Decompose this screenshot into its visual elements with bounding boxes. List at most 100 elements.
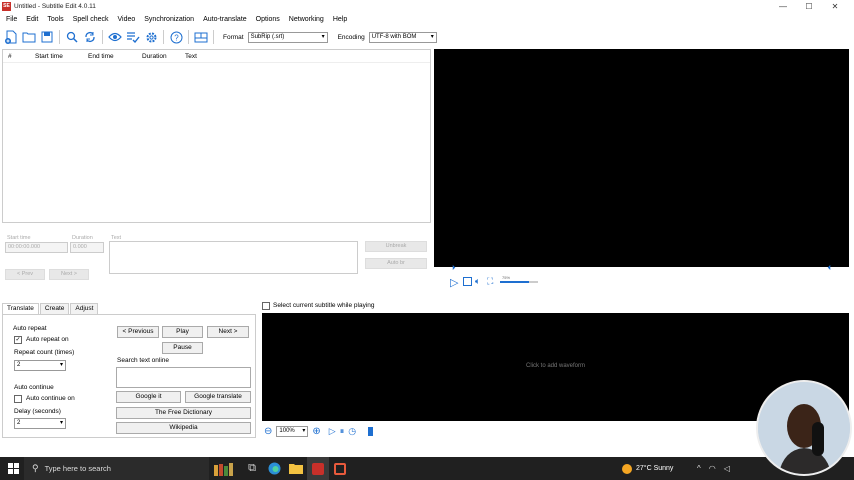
auto-continue-title: Auto continue: [14, 384, 54, 391]
position-start-marker[interactable]: ⏵: [452, 265, 456, 273]
webcam-overlay: [756, 380, 852, 476]
google-translate-button[interactable]: Google translate: [185, 391, 251, 403]
play-icon[interactable]: ▷: [450, 276, 458, 289]
visual-sync-icon[interactable]: [106, 28, 124, 46]
find-icon[interactable]: [63, 28, 81, 46]
start-time-input[interactable]: 00:00:00.000: [5, 242, 68, 253]
play-selection-icon[interactable]: ▷: [329, 426, 336, 437]
minimize-button[interactable]: —: [770, 0, 796, 13]
auto-repeat-on-label: Auto repeat on: [26, 336, 69, 343]
menu-help[interactable]: Help: [333, 16, 347, 23]
open-folder-icon[interactable]: [20, 28, 38, 46]
layout-icon[interactable]: [192, 28, 210, 46]
menu-auto-translate[interactable]: Auto-translate: [203, 16, 247, 23]
start-time-label: Start time: [7, 235, 31, 241]
menu-synchronization[interactable]: Synchronization: [144, 16, 194, 23]
pause-button[interactable]: Pause: [162, 342, 203, 354]
tab-adjust[interactable]: Adjust: [70, 303, 99, 314]
tab-panel: Auto repeat ✓ Auto repeat on Repeat coun…: [2, 314, 256, 438]
close-button[interactable]: ✕: [822, 0, 848, 13]
volume-value: 75%: [502, 275, 511, 280]
taskbar-search[interactable]: ⚲ Type here to search: [24, 457, 209, 480]
column-number[interactable]: #: [8, 53, 12, 60]
video-controls: ⏵ ⏴ ▷ 🔈︎ ⛶ 75%: [434, 265, 849, 292]
video-player[interactable]: [434, 49, 849, 267]
zoom-in-icon[interactable]: ⊕: [312, 426, 320, 437]
tab-create[interactable]: Create: [39, 303, 70, 314]
stop-icon[interactable]: [463, 277, 472, 286]
prev-button[interactable]: < Prev: [5, 269, 45, 280]
toolbar-separator: [213, 30, 214, 44]
search-text-input[interactable]: [116, 367, 251, 388]
file-explorer-icon[interactable]: [285, 457, 307, 480]
speaker-icon[interactable]: ◁: [724, 464, 730, 473]
menu-video[interactable]: Video: [117, 16, 135, 23]
delay-select[interactable]: 2: [14, 418, 66, 429]
windows-start-icon[interactable]: [8, 463, 19, 474]
search-placeholder: Type here to search: [44, 464, 111, 473]
subtitle-edit-taskbar-icon[interactable]: [307, 457, 329, 480]
column-text[interactable]: Text: [185, 53, 197, 60]
click-to-add-waveform[interactable]: Click to add waveform: [262, 363, 849, 369]
app-taskbar-icon[interactable]: [329, 457, 351, 480]
subtitle-grid[interactable]: # Start time End time Duration Text: [2, 49, 431, 223]
free-dictionary-button[interactable]: The Free Dictionary: [116, 407, 251, 419]
chevron-up-icon[interactable]: ^: [697, 464, 701, 473]
menu-networking[interactable]: Networking: [289, 16, 324, 23]
spell-check-icon[interactable]: [124, 28, 142, 46]
repeat-count-select[interactable]: 2: [14, 360, 66, 371]
split-icon[interactable]: ⏸: [340, 426, 345, 437]
help-icon[interactable]: ?: [167, 28, 185, 46]
menu-spell-check[interactable]: Spell check: [73, 16, 109, 23]
new-file-icon[interactable]: [2, 28, 20, 46]
volume-icon[interactable]: 🔈︎: [475, 276, 480, 287]
duration-input[interactable]: 0.000: [70, 242, 104, 253]
auto-continue-checkbox[interactable]: [14, 395, 22, 403]
text-editor[interactable]: [109, 241, 358, 274]
google-it-button[interactable]: Google it: [116, 391, 181, 403]
tab-translate[interactable]: Translate: [2, 303, 39, 314]
next-line-button[interactable]: Next >: [207, 326, 249, 338]
next-button[interactable]: Next >: [49, 269, 89, 280]
column-duration[interactable]: Duration: [142, 53, 167, 60]
waveform-slider-handle[interactable]: [368, 426, 374, 436]
position-end-marker[interactable]: ⏴: [828, 265, 832, 273]
app-icon: SE: [2, 2, 11, 11]
auto-repeat-checkbox[interactable]: ✓: [14, 336, 22, 344]
weather-text: 27°C Sunny: [636, 465, 674, 472]
weather-widget[interactable]: 27°C Sunny: [622, 457, 673, 480]
previous-button[interactable]: < Previous: [117, 326, 159, 338]
maximize-button[interactable]: ☐: [796, 0, 822, 13]
column-end-time[interactable]: End time: [88, 53, 114, 60]
edit-area: Start time Duration Text 00:00:00.000 0.…: [2, 233, 431, 288]
repeat-count-label: Repeat count (times): [14, 349, 75, 356]
play-button[interactable]: Play: [162, 326, 203, 338]
auto-continue-on-label: Auto continue on: [26, 395, 75, 402]
settings-icon[interactable]: [142, 28, 160, 46]
sun-icon: [622, 463, 632, 474]
search-online-label: Search text online: [117, 357, 170, 364]
widgets-icon[interactable]: [213, 457, 235, 480]
volume-slider[interactable]: [500, 281, 538, 283]
task-view-icon[interactable]: ⧉: [241, 457, 263, 480]
save-icon[interactable]: [38, 28, 56, 46]
select-current-checkbox[interactable]: [262, 302, 270, 310]
format-select[interactable]: SubRip (.srt): [247, 31, 328, 43]
video-position-bar[interactable]: ⏵ ⏴: [434, 265, 849, 273]
network-icon[interactable]: ◠: [709, 464, 716, 473]
zoom-select[interactable]: 100%: [276, 425, 309, 437]
fullscreen-icon[interactable]: ⛶: [487, 276, 493, 287]
wikipedia-button[interactable]: Wikipedia: [116, 422, 251, 434]
menu-tools[interactable]: Tools: [47, 16, 63, 23]
encoding-select[interactable]: UTF-8 with BOM: [368, 31, 437, 43]
menu-options[interactable]: Options: [256, 16, 280, 23]
column-start-time[interactable]: Start time: [35, 53, 63, 60]
edge-icon[interactable]: [263, 457, 285, 480]
replace-icon[interactable]: [81, 28, 99, 46]
auto-br-button[interactable]: Auto br: [365, 258, 427, 269]
menu-edit[interactable]: Edit: [26, 16, 38, 23]
menu-file[interactable]: File: [6, 16, 17, 23]
unbreak-button[interactable]: Unbreak: [365, 241, 427, 252]
zoom-out-icon[interactable]: ⊖: [264, 426, 272, 437]
speed-icon[interactable]: ◷: [348, 426, 356, 437]
